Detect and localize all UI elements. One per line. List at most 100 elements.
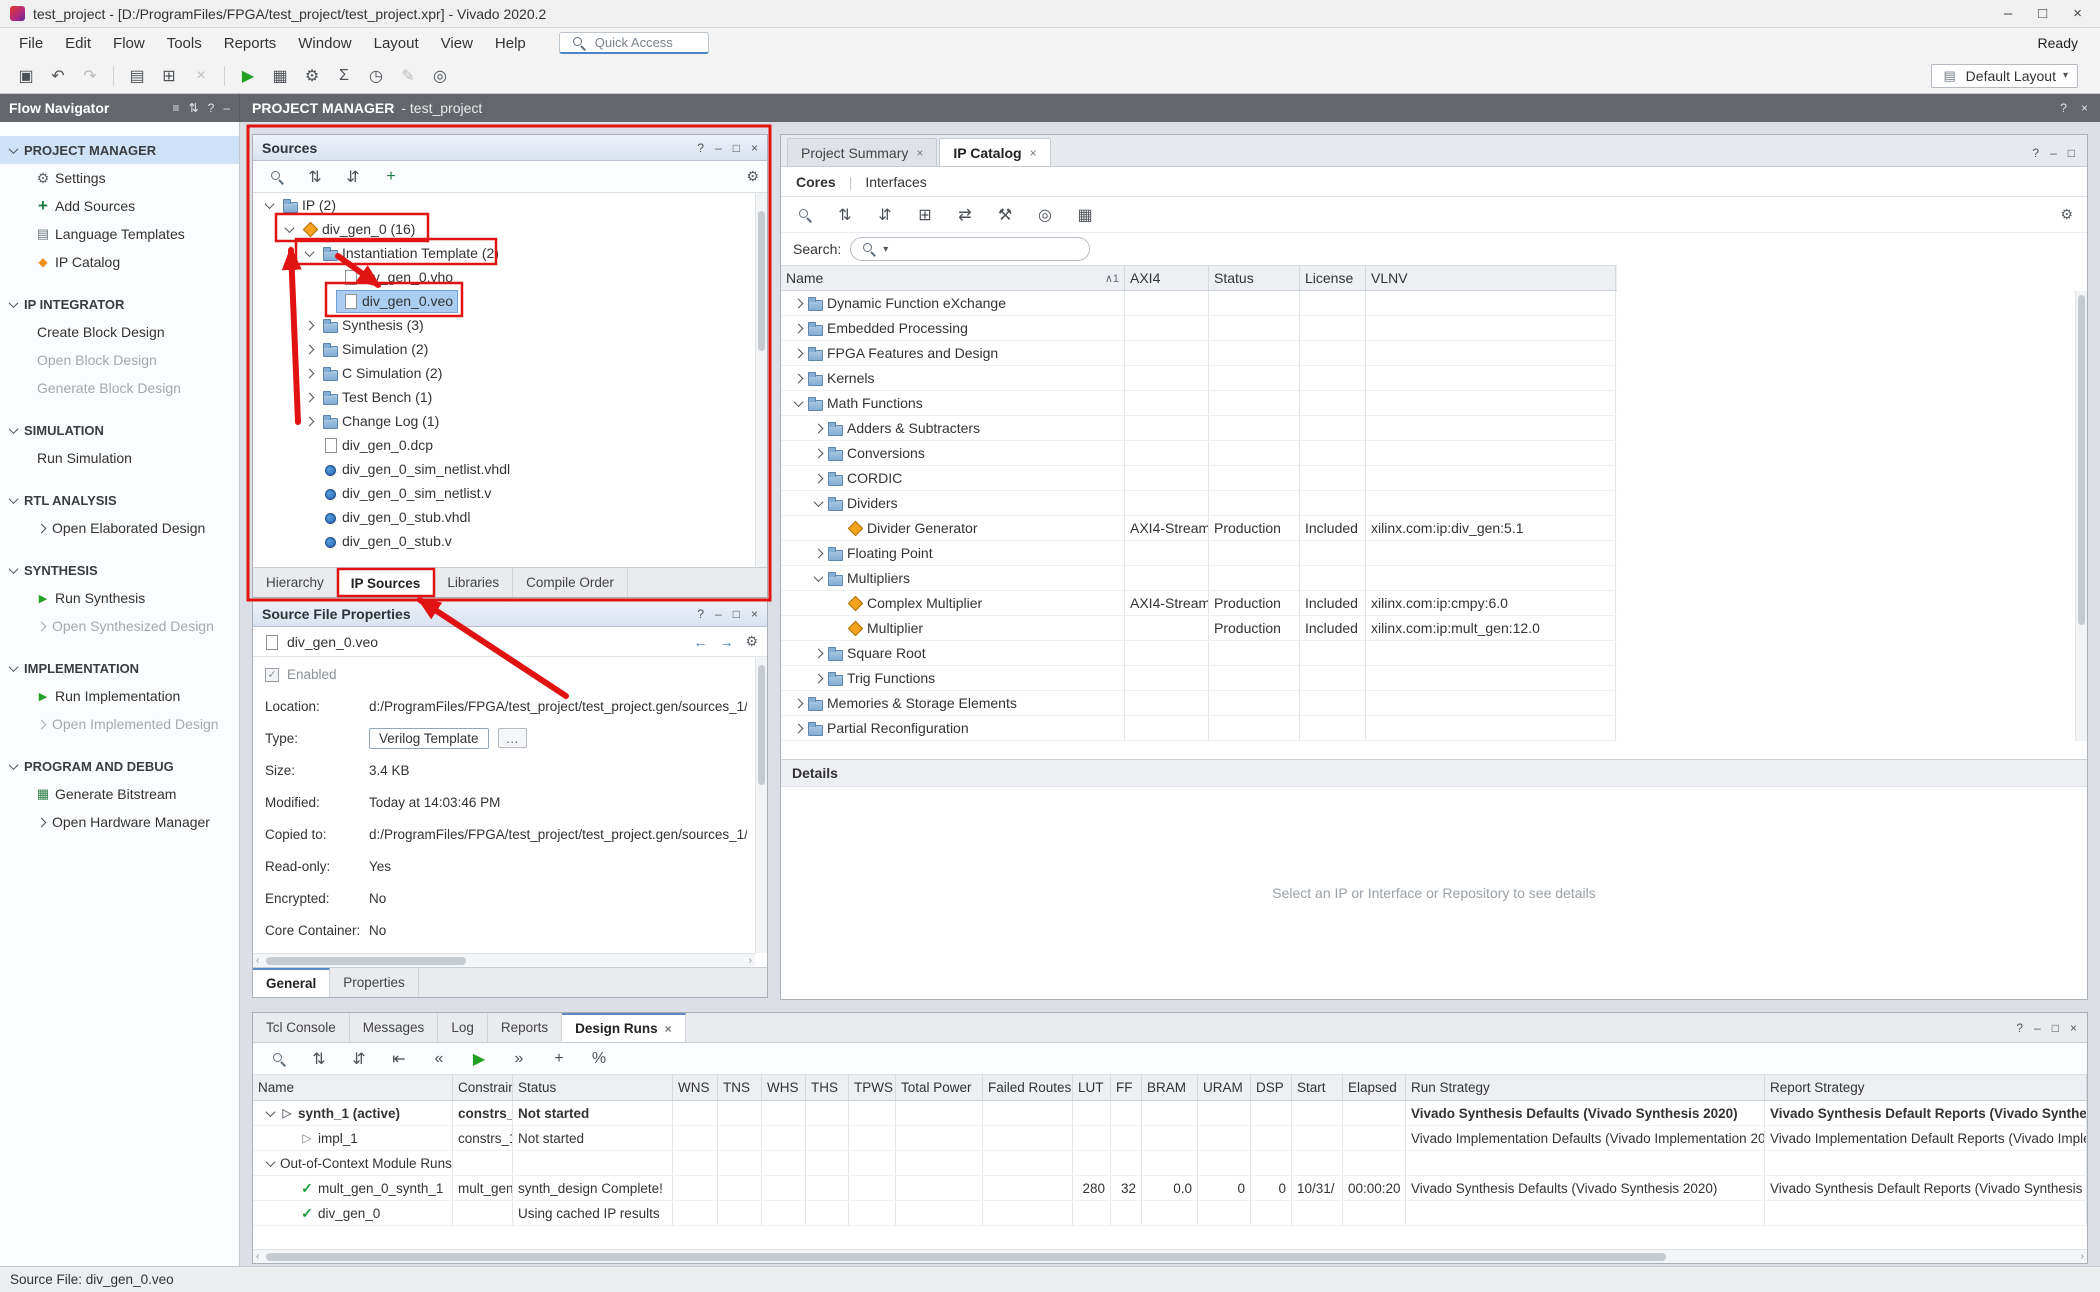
column-wns[interactable]: WNS — [673, 1075, 718, 1100]
tab-properties[interactable]: Properties — [330, 968, 419, 997]
expander-icon[interactable] — [790, 320, 806, 336]
ip-catalog-row[interactable]: Complex Multiplier AXI4-Stream Productio… — [781, 591, 1617, 616]
design-runs-hscrollbar[interactable]: ‹› — [253, 1249, 2087, 1263]
more-button[interactable]: … — [498, 728, 527, 748]
runs-launch-icon[interactable]: ▶ — [463, 1046, 495, 1072]
expander-icon[interactable] — [810, 420, 826, 436]
ip-catalog-row[interactable]: Multiplier Production Included xilinx.co… — [781, 616, 1617, 641]
nav-run-implementation[interactable]: Run Implementation — [0, 682, 239, 710]
probe-icon[interactable]: ◎ — [424, 63, 456, 89]
back-arrow-icon[interactable]: ← — [693, 634, 707, 650]
expander-icon[interactable] — [301, 365, 317, 381]
column-whs[interactable]: WHS — [762, 1075, 806, 1100]
nav-section-ip-integrator[interactable]: IP INTEGRATOR — [0, 290, 239, 318]
column-start[interactable]: Start — [1292, 1075, 1343, 1100]
sources-search-icon[interactable] — [261, 164, 293, 190]
column-elapsed[interactable]: Elapsed — [1343, 1075, 1406, 1100]
ip-catalog-row[interactable]: Kernels — [781, 366, 1617, 391]
expander-icon[interactable] — [810, 470, 826, 486]
ip-catalog-row[interactable]: Dividers — [781, 491, 1617, 516]
run-icon[interactable]: ▶ — [232, 63, 264, 89]
ip-catalog-row[interactable]: Partial Reconfiguration — [781, 716, 1617, 741]
column-dsp[interactable]: DSP — [1251, 1075, 1292, 1100]
report-icon[interactable]: ▤ — [121, 63, 153, 89]
panel-help-icon[interactable]: ? — [697, 141, 704, 155]
column-name[interactable]: Name — [253, 1075, 453, 1100]
runs-expand-all-icon[interactable]: ⇵ — [343, 1046, 375, 1072]
column-tpws[interactable]: TPWS — [849, 1075, 896, 1100]
ip-refresh-icon[interactable]: ⇄ — [949, 202, 981, 228]
properties-hscrollbar[interactable]: ‹› — [253, 953, 755, 967]
redo-icon[interactable]: ↷ — [74, 63, 106, 89]
nav-ip-catalog[interactable]: IP Catalog — [0, 248, 239, 276]
nav-open-hardware-manager[interactable]: Open Hardware Manager — [0, 808, 239, 836]
column-axi4[interactable]: AXI4 — [1125, 266, 1209, 290]
context-close-icon[interactable]: × — [2081, 101, 2088, 115]
tab-project-summary[interactable]: Project Summary — [787, 138, 937, 166]
expander-icon[interactable] — [790, 720, 806, 736]
nav-run-synthesis[interactable]: Run Synthesis — [0, 584, 239, 612]
expander-icon[interactable] — [810, 670, 826, 686]
ip-catalog-row[interactable]: Divider Generator AXI4-Stream Production… — [781, 516, 1617, 541]
gear-icon[interactable]: ⚙ — [2060, 206, 2073, 223]
sources-collapse-all-icon[interactable]: ⇅ — [299, 164, 331, 190]
menu-window[interactable]: Window — [287, 28, 362, 58]
expander-icon[interactable] — [261, 197, 277, 213]
menu-file[interactable]: File — [8, 28, 54, 58]
ip-catalog-row[interactable]: Adders & Subtracters — [781, 416, 1617, 441]
enabled-checkbox[interactable]: ✓ — [265, 668, 279, 682]
nav-open-elaborated-design[interactable]: Open Elaborated Design — [0, 514, 239, 542]
source-tree-item[interactable]: IP (2) — [253, 193, 755, 217]
sum-icon[interactable]: Σ — [328, 63, 360, 89]
nav-menu-icon[interactable]: ≡ — [173, 101, 180, 115]
tab-reports[interactable]: Reports — [488, 1013, 562, 1042]
source-tree-item[interactable]: Synthesis (3) — [253, 313, 755, 337]
column-bram[interactable]: BRAM — [1142, 1075, 1198, 1100]
design-run-row[interactable]: mult_gen_0_synth_1 mult_gen_0 synth_desi… — [253, 1176, 2087, 1201]
tab-cores[interactable]: Cores — [796, 174, 836, 190]
ip-catalog-row[interactable]: Memories & Storage Elements — [781, 691, 1617, 716]
runs-search-icon[interactable] — [263, 1046, 295, 1072]
ip-catalog-row[interactable]: Conversions — [781, 441, 1617, 466]
ip-catalog-row[interactable]: Square Root — [781, 641, 1617, 666]
nav-section-implementation[interactable]: IMPLEMENTATION — [0, 654, 239, 682]
source-tree-item[interactable]: div_gen_0.dcp — [253, 433, 755, 457]
clock-icon[interactable]: ◷ — [360, 63, 392, 89]
column-report-strategy[interactable]: Report Strategy — [1765, 1075, 2087, 1100]
panel-help-icon[interactable]: ? — [2016, 1021, 2023, 1035]
expander-icon[interactable] — [262, 1155, 278, 1171]
nav-section-program-debug[interactable]: PROGRAM AND DEBUG — [0, 752, 239, 780]
expander-icon[interactable] — [262, 1105, 278, 1121]
expander-icon[interactable] — [790, 695, 806, 711]
menu-help[interactable]: Help — [484, 28, 537, 58]
properties-scrollbar[interactable] — [755, 657, 767, 953]
expander-icon[interactable] — [810, 545, 826, 561]
panel-help-icon[interactable]: ? — [2032, 146, 2039, 160]
source-tree-item[interactable]: Change Log (1) — [253, 409, 755, 433]
gear-icon[interactable]: ⚙ — [745, 633, 758, 650]
source-tree-item[interactable]: Instantiation Template (2) — [253, 241, 755, 265]
ip-add-repository-icon[interactable]: ⊞ — [909, 202, 941, 228]
ip-catalog-row[interactable]: FPGA Features and Design — [781, 341, 1617, 366]
column-ff[interactable]: FF — [1111, 1075, 1142, 1100]
nav-minimize-icon[interactable]: – — [223, 101, 230, 115]
nav-scroll-icon[interactable]: ⇅ — [189, 101, 199, 115]
source-tree-item[interactable]: Simulation (2) — [253, 337, 755, 361]
tab-compile-order[interactable]: Compile Order — [513, 568, 628, 597]
gear-icon[interactable]: ⚙ — [746, 168, 759, 185]
design-run-row[interactable]: impl_1 constrs_1 Not started — [253, 1126, 2087, 1151]
nav-open-block-design[interactable]: Open Block Design — [0, 346, 239, 374]
expander-icon[interactable] — [810, 445, 826, 461]
panel-close-icon[interactable]: × — [751, 607, 758, 621]
panel-close-icon[interactable]: × — [2070, 1021, 2077, 1035]
expander-icon[interactable] — [281, 221, 297, 237]
runs-step-forward-icon[interactable]: » — [503, 1046, 535, 1072]
source-tree-item[interactable]: div_gen_0.vho — [253, 265, 755, 289]
menu-tools[interactable]: Tools — [156, 28, 213, 58]
ip-target-icon[interactable]: ◎ — [1029, 202, 1061, 228]
design-run-row[interactable]: synth_1 (active) constrs_1 Not started — [253, 1101, 2087, 1126]
toolbar-icon[interactable] — [113, 66, 114, 86]
tab-libraries[interactable]: Libraries — [434, 568, 513, 597]
panel-maximize-icon[interactable]: □ — [733, 141, 740, 155]
tab-general[interactable]: General — [253, 968, 330, 997]
